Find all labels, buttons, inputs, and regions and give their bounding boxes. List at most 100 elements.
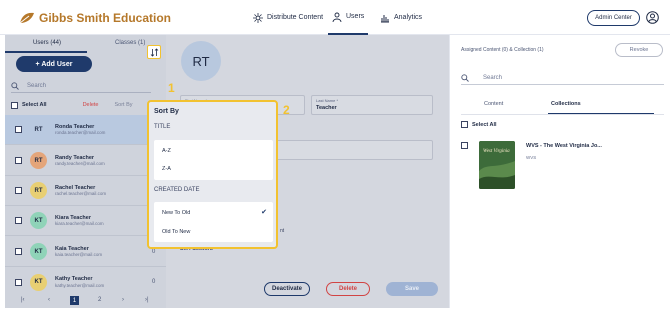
collection-title[interactable]: WVS - The West Virginia Jo... [526, 143, 602, 149]
sort-by-dropdown: Sort By TITLE A-Z Z-A CREATED DATE New T… [147, 100, 278, 249]
sort-option-old-to-new[interactable]: Old To New [162, 229, 190, 235]
admin-center-button[interactable]: Admin Center [587, 10, 640, 26]
tab-collections[interactable]: Collections [551, 101, 581, 107]
save-button[interactable]: Save [386, 282, 438, 296]
step-1-marker: 1 [168, 81, 175, 95]
user-checkbox[interactable] [15, 187, 22, 194]
sort-option-z-a[interactable]: Z-A [162, 166, 171, 172]
assigned-content-panel: Assigned Content (0) & Collection (1) Re… [449, 35, 665, 308]
sidebar-tabs: Users (44) Classes (1) [5, 35, 166, 53]
next-page-button[interactable]: › [122, 297, 124, 303]
select-all-label: Select All [472, 121, 497, 128]
user-checkbox[interactable] [15, 126, 22, 133]
account-icon[interactable] [646, 11, 659, 24]
user-checkbox[interactable] [15, 248, 22, 255]
avatar: KT [30, 243, 47, 260]
nav-distribute-label: Distribute Content [267, 14, 324, 21]
title-sort-group: A-Z Z-A [154, 140, 273, 180]
user-email: kiara.teacher@mail.com [55, 221, 104, 227]
user-email: rachel.teacher@mail.com [55, 191, 107, 197]
select-all-checkbox[interactable] [461, 121, 468, 128]
nav-users[interactable]: Users [328, 0, 369, 35]
last-name-field[interactable]: Last Name * Teacher [311, 95, 433, 115]
tab-classes[interactable]: Classes (1) [115, 40, 145, 46]
user-checkbox[interactable] [15, 217, 22, 224]
user-email: kaia.teacher@mail.com [55, 252, 103, 258]
user-count: 0 [152, 248, 156, 255]
title-section-heading: TITLE [154, 124, 171, 130]
brand-logo[interactable]: Gibbs Smith Education [18, 9, 171, 27]
pagination: |‹ ‹ 1 2 › ›| [5, 294, 166, 308]
sort-button[interactable] [147, 45, 161, 59]
select-all-row: Select All Delete Sort By [11, 99, 161, 111]
collection-checkbox[interactable] [461, 142, 468, 149]
deactivate-button[interactable]: Deactivate [264, 282, 310, 296]
avatar: RT [30, 152, 47, 169]
user-checkbox[interactable] [15, 278, 22, 286]
nav-users-label: Users [346, 13, 365, 20]
user-email: randy.teacher@mail.com [55, 161, 105, 167]
date-sort-group: New To Old ✔ Old To New [154, 202, 273, 242]
delete-user-button[interactable]: Delete [326, 282, 370, 296]
page-2-button[interactable]: 2 [98, 297, 101, 303]
user-list-item[interactable]: RT Rachel Teacher rachel.teacher@mail.com [5, 176, 166, 206]
leaf-logo-icon [19, 12, 34, 24]
active-tab-underline [548, 113, 654, 114]
select-all-checkbox[interactable] [11, 101, 18, 109]
avatar: RT [30, 182, 47, 199]
search-placeholder: Search [27, 82, 47, 89]
sort-option-new-to-old[interactable]: New To Old [162, 210, 190, 216]
user-email: kathy.teacher@mail.com [55, 282, 105, 288]
search-icon [461, 73, 469, 82]
user-count: 0 [152, 279, 156, 285]
account-text-fragment: nt [280, 228, 285, 234]
top-bar: Gibbs Smith Education Distribute Content… [0, 0, 670, 35]
prev-page-button[interactable]: ‹ [48, 297, 50, 303]
book-cover-image: West Virginia [479, 141, 515, 189]
user-avatar-large: RT [181, 41, 221, 81]
sort-icon [150, 47, 158, 57]
last-name-label: Last Name * [316, 98, 339, 103]
step-2-marker: 2 [283, 103, 290, 117]
search-placeholder: Search [483, 74, 503, 81]
user-list-item[interactable]: KT Kiara Teacher kiara.teacher@mail.com [5, 206, 166, 236]
active-tab-underline [5, 51, 87, 53]
select-all-row: Select All [461, 121, 497, 128]
users-sidebar: Users (44) Classes (1) + Add User Search… [5, 35, 166, 308]
nav-analytics-label: Analytics [394, 14, 423, 21]
revoke-button[interactable]: Revoke [615, 43, 663, 57]
sort-by-label[interactable]: Sort By [114, 102, 132, 108]
last-name-value: Teacher [316, 105, 337, 111]
select-all-label: Select All [22, 102, 47, 108]
bar-chart-icon [381, 14, 389, 22]
user-list-item[interactable]: KT Kathy Teacher kathy.teacher@mail.com 0 [5, 267, 166, 297]
cover-title: West Virginia [483, 149, 510, 154]
user-list-item[interactable]: RT Ronda Teacher ronda.teacher@mail.com [5, 115, 166, 145]
avatar: KT [30, 273, 47, 291]
tab-users[interactable]: Users (44) [33, 40, 61, 46]
brand-name: Gibbs Smith Education [39, 11, 172, 25]
user-list-item[interactable]: KT Kaia Teacher kaia.teacher@mail.com 0 [5, 237, 166, 267]
nav-distribute-content[interactable]: Distribute Content [253, 0, 323, 35]
user-list-item[interactable]: RT Randy Teacher randy.teacher@mail.com [5, 146, 166, 176]
tab-divider [461, 114, 664, 115]
created-date-heading: CREATED DATE [154, 187, 200, 193]
add-user-button[interactable]: + Add User [16, 56, 92, 72]
user-search-input[interactable]: Search [11, 79, 151, 93]
last-page-button[interactable]: ›| [145, 297, 149, 303]
sort-option-a-z[interactable]: A-Z [162, 148, 171, 154]
assigned-content-title: Assigned Content (0) & Collection (1) [461, 47, 544, 53]
nav-analytics[interactable]: Analytics [380, 0, 422, 35]
first-page-button[interactable]: |‹ [21, 297, 25, 303]
collection-code: WVS [526, 155, 537, 160]
checkmark-icon: ✔ [261, 209, 267, 216]
user-email: ronda.teacher@mail.com [55, 130, 106, 136]
tab-content[interactable]: Content [484, 101, 503, 107]
content-search-input[interactable]: Search [461, 71, 664, 85]
sort-menu-title: Sort By [154, 108, 179, 115]
avatar: RT [30, 121, 47, 138]
avatar: KT [30, 212, 47, 229]
page-1-button[interactable]: 1 [70, 296, 79, 305]
delete-link[interactable]: Delete [83, 102, 99, 108]
user-checkbox[interactable] [15, 157, 22, 164]
